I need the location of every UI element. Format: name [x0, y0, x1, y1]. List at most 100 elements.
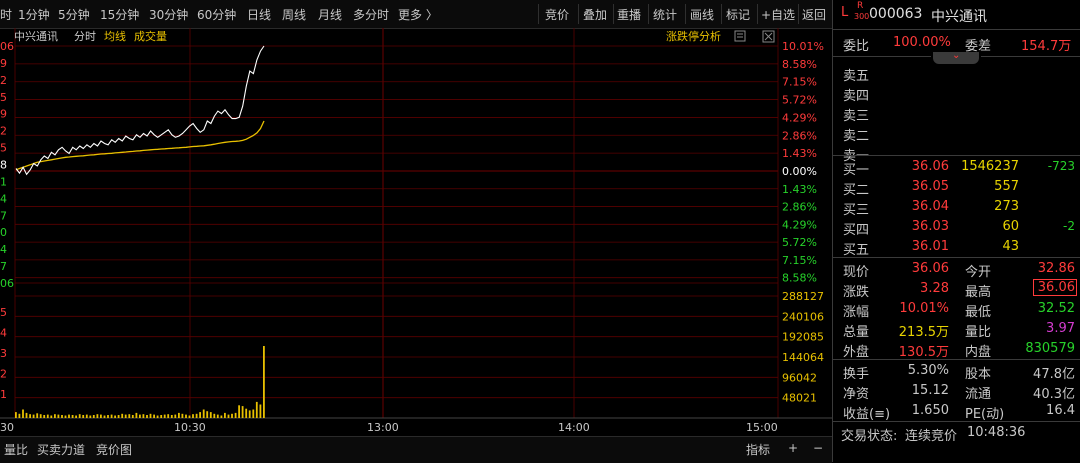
volume-bar [231, 413, 233, 418]
tab-60min[interactable]: 60分钟 [197, 6, 236, 23]
volume-ratio: 3.97 [1046, 321, 1075, 336]
turnover-rate: 5.30% [907, 363, 949, 378]
stats-label: 净资 [843, 387, 870, 402]
divider [833, 359, 1080, 360]
volume-bar [82, 415, 85, 418]
zoom-in-button[interactable]: + [788, 441, 798, 455]
volume-bar [209, 412, 212, 418]
quote-label: 今开 [965, 265, 992, 280]
buy-4-change: -2 [1063, 219, 1075, 233]
draw-line-button[interactable]: 画线 [690, 6, 714, 23]
volume-bar [61, 415, 63, 418]
open-price: 32.86 [1037, 261, 1075, 276]
quote-label: 涨跌 [843, 285, 870, 300]
pct-label: 0.00% [782, 165, 817, 178]
left-axis-label: 1 [0, 388, 7, 401]
stats-button[interactable]: 统计 [653, 6, 677, 23]
sell-2-label: 卖二 [843, 129, 870, 144]
left-axis-label: 4 [0, 327, 7, 340]
left-axis-label: 5 [0, 306, 7, 319]
low-price: 32.52 [1037, 301, 1075, 316]
tab-30min[interactable]: 30分钟 [149, 6, 188, 23]
tab-auction-chart[interactable]: 竞价图 [96, 441, 132, 458]
time-axis-label: 30 [0, 421, 14, 434]
tab-volume-ratio[interactable]: 量比 [4, 441, 28, 458]
tab-intraday[interactable]: 时 [0, 6, 12, 23]
indicator-tabs-bar: 量比 买卖力道 竞价图 指标 + − [0, 436, 832, 463]
tab-monthly[interactable]: 月线 [318, 6, 342, 23]
indicator-button[interactable]: 指标 [746, 441, 770, 458]
volume-axis-label: 240106 [782, 310, 824, 323]
volume-bar [160, 415, 163, 418]
volume-bar [54, 414, 56, 418]
weicha-value: 154.7万 [1021, 39, 1072, 54]
left-axis-label: 8 [0, 159, 7, 172]
back-button[interactable]: 返回 [802, 6, 826, 23]
left-axis-label: 4 [0, 192, 7, 205]
pct-label: 7.15% [782, 254, 817, 267]
market-tag-300: 300 [854, 12, 870, 21]
overlay-button[interactable]: 叠加 [583, 6, 607, 23]
volume-bar [259, 404, 262, 418]
buy-3-label: 买三 [843, 203, 870, 218]
pct-label: 4.29% [782, 111, 817, 124]
tab-1min[interactable]: 1分钟 [18, 6, 50, 23]
chevron-down-icon: ⌄ [952, 50, 961, 61]
buy-2-price: 36.05 [911, 179, 949, 194]
chart-close-icon[interactable] [762, 30, 775, 43]
limit-analysis-link[interactable]: 涨跌停分析 [666, 29, 721, 43]
volume-bar [39, 414, 42, 418]
period-toolbar: 时 1分钟 5分钟 15分钟 30分钟 60分钟 日线 周线 月线 多分时 更多… [0, 0, 832, 29]
volume-bar [36, 413, 39, 418]
collapse-handle[interactable]: ⌄ [933, 50, 979, 64]
time-axis-label: 15:00 [746, 421, 778, 434]
tab-buy-sell-power[interactable]: 买卖力道 [37, 441, 85, 458]
buy-4-volume: 60 [1002, 219, 1019, 234]
volume-bar [135, 412, 138, 418]
chart-settings-icon[interactable] [734, 30, 746, 42]
replay-button[interactable]: 重播 [617, 6, 641, 23]
sell-3-label: 卖三 [843, 109, 870, 124]
high-price: 36.06 [1033, 279, 1077, 296]
left-axis-label: 2 [0, 74, 7, 87]
left-axis-label: 2 [0, 368, 7, 381]
outer-volume: 130.5万 [898, 345, 949, 360]
tab-15min[interactable]: 15分钟 [100, 6, 139, 23]
pct-label: 7.15% [782, 76, 817, 89]
sell-4-label: 卖四 [843, 89, 870, 104]
volume-bar [174, 414, 177, 418]
toolbar-separator [648, 4, 649, 24]
volume-bar [75, 415, 77, 418]
quote-label: 外盘 [843, 345, 870, 360]
left-axis-label: 7 [0, 209, 7, 222]
buy-5-price: 36.01 [911, 239, 949, 254]
volume-bar [142, 414, 145, 418]
pct-label: 4.29% [782, 218, 817, 231]
divider [833, 56, 931, 57]
left-axis-label: 06 [0, 40, 14, 53]
tab-weekly[interactable]: 周线 [282, 6, 306, 23]
tab-multi-intraday[interactable]: 多分时 [353, 6, 389, 23]
chart-grid [0, 28, 832, 419]
volume-bar [178, 412, 180, 418]
total-shares: 47.8亿 [1033, 367, 1075, 382]
add-watchlist-button[interactable]: +自选 [761, 6, 795, 23]
inner-volume: 830579 [1025, 341, 1075, 356]
earnings: 1.650 [911, 403, 949, 418]
quote-panel: L R 300 000063 中兴通讯 委比 100.00% 委差 154.7万… [832, 0, 1080, 462]
intraday-chart[interactable]: 0692592581470470654321 10.01%8.58%7.15%5… [0, 28, 832, 436]
zoom-out-button[interactable]: − [813, 441, 823, 455]
average-price-line [15, 120, 265, 171]
buy-1-price: 36.06 [911, 159, 949, 174]
toolbar-separator [798, 4, 799, 24]
tab-daily[interactable]: 日线 [247, 6, 271, 23]
tab-5min[interactable]: 5分钟 [58, 6, 90, 23]
quote-label: 现价 [843, 265, 870, 280]
pct-label: 1.43% [782, 147, 817, 160]
tab-more[interactable]: 更多 〉 [398, 6, 438, 23]
volume-bar [188, 415, 191, 418]
left-axis-label: 3 [0, 347, 7, 360]
volume-bar [46, 414, 49, 418]
auction-button[interactable]: 竞价 [545, 6, 569, 23]
mark-button[interactable]: 标记 [726, 6, 750, 23]
